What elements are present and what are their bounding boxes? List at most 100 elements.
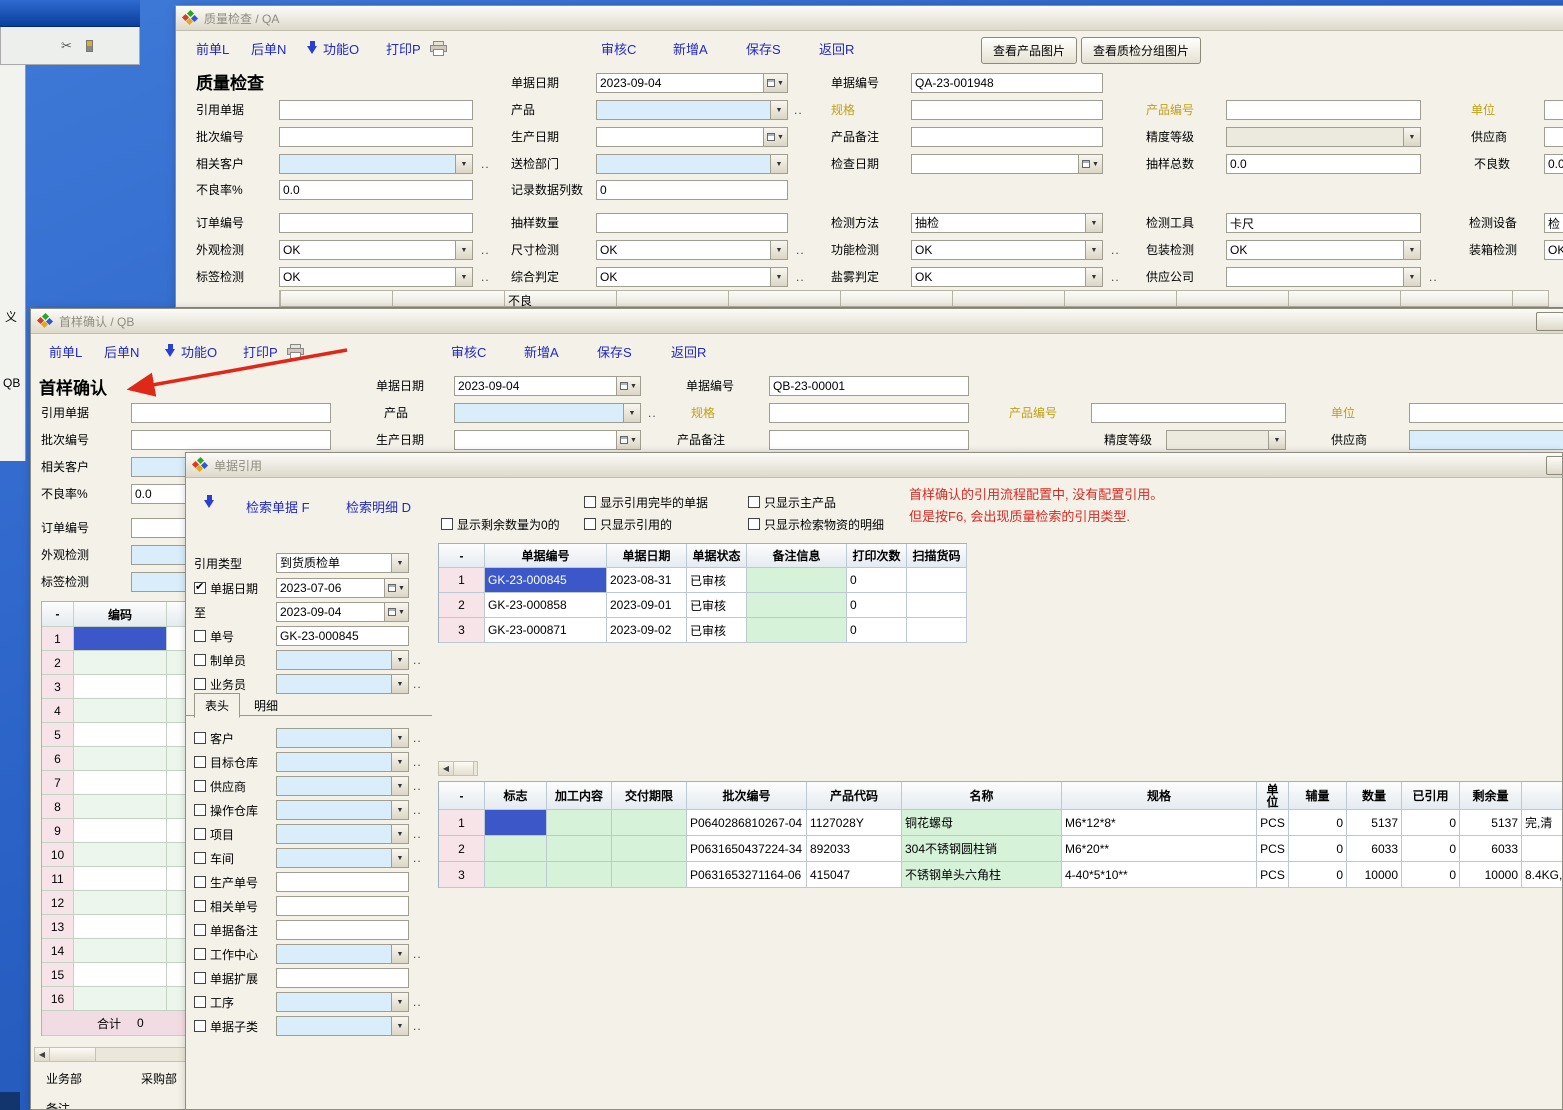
scissors-icon[interactable]: ✂: [61, 38, 72, 54]
browse-dots[interactable]: ..: [413, 851, 422, 865]
qb-supplier-input[interactable]: [1409, 430, 1563, 450]
browse-dots[interactable]: ..: [413, 755, 422, 769]
qb-doc-date-input[interactable]: 2023-09-04▼: [454, 376, 641, 396]
qb-grid-row[interactable]: 16: [42, 987, 192, 1011]
browse-dots[interactable]: ..: [413, 803, 422, 817]
only-main-checkbox[interactable]: [748, 496, 760, 508]
qb-prod-note-input[interactable]: [769, 430, 969, 450]
qb-grid-row[interactable]: 15: [42, 963, 192, 987]
chevron-down-icon[interactable]: ▼: [391, 777, 408, 795]
browse-dots[interactable]: ..: [413, 1019, 422, 1033]
qa-pack-select[interactable]: OK▼: [1226, 240, 1421, 260]
qa-prev-link[interactable]: 前单L: [196, 39, 229, 58]
chevron-down-icon[interactable]: ▼: [455, 155, 472, 173]
qb-audit-link[interactable]: 审核C: [451, 342, 486, 361]
qb-grid-row[interactable]: 14: [42, 939, 192, 963]
chevron-down-icon[interactable]: ▼: [1085, 241, 1102, 259]
qa-func-link[interactable]: 功能O: [323, 39, 359, 58]
qb-product-select[interactable]: ▼: [454, 403, 641, 423]
qb-next-link[interactable]: 后单N: [104, 342, 139, 361]
prod-order-input[interactable]: [276, 872, 409, 892]
window-button-fragment[interactable]: [1536, 312, 1563, 331]
chevron-down-icon[interactable]: ▼: [1085, 214, 1102, 232]
qb-product-no-input[interactable]: [1091, 403, 1286, 423]
salesman-checkbox[interactable]: [194, 678, 206, 690]
browse-dots[interactable]: ..: [413, 653, 422, 667]
qb-ref-doc-input[interactable]: [131, 403, 331, 423]
background-window-titlebar[interactable]: [0, 0, 140, 27]
qb-grid-row[interactable]: 8: [42, 795, 192, 819]
qa-add-link[interactable]: 新增A: [673, 39, 708, 58]
doc-ext-checkbox[interactable]: [194, 972, 206, 984]
doc-note-checkbox[interactable]: [194, 924, 206, 936]
ref-search-docs-link[interactable]: 检索单据 F: [246, 497, 310, 516]
qb-print-link[interactable]: 打印P: [243, 342, 278, 361]
browse-dots[interactable]: ..: [796, 270, 805, 284]
calendar-icon[interactable]: ▼: [616, 431, 640, 449]
date-to-input[interactable]: 2023-09-04▼: [276, 602, 409, 622]
qa-sample-qty-input[interactable]: [596, 213, 788, 233]
qa-check-date-input[interactable]: ▼: [911, 154, 1103, 174]
browse-dots[interactable]: ..: [648, 406, 657, 420]
qa-sample-total-input[interactable]: [1226, 154, 1421, 174]
maker-checkbox[interactable]: [194, 654, 206, 666]
calendar-icon[interactable]: ▼: [763, 74, 787, 92]
qb-unit-input[interactable]: [1409, 403, 1563, 423]
qa-visual-select[interactable]: OK▼: [279, 240, 473, 260]
chevron-down-icon[interactable]: ▼: [770, 155, 787, 173]
browse-dots[interactable]: ..: [413, 779, 422, 793]
printer-icon[interactable]: [287, 344, 304, 362]
chevron-down-icon[interactable]: ▼: [455, 268, 472, 286]
qb-back-link[interactable]: 返回R: [671, 342, 706, 361]
qa-view-product-images-button[interactable]: 查看产品图片: [981, 37, 1077, 64]
qa-box-select[interactable]: OK▼: [1544, 240, 1563, 260]
scrollbar-thumb[interactable]: [454, 762, 474, 775]
qb-grid-row[interactable]: 7: [42, 771, 192, 795]
qb-func-link[interactable]: 功能O: [181, 342, 217, 361]
qa-supplier-input[interactable]: [1544, 127, 1563, 147]
qa-record-cols-input[interactable]: [596, 180, 788, 200]
show-zero-checkbox[interactable]: [441, 518, 453, 530]
browse-dots[interactable]: ..: [413, 677, 422, 691]
doc-table-row[interactable]: 3 GK-23-000871 2023-09-02 已审核 0: [439, 618, 967, 643]
browse-dots[interactable]: ..: [413, 947, 422, 961]
browse-dots[interactable]: ..: [413, 995, 422, 1009]
chevron-down-icon[interactable]: ▼: [623, 404, 640, 422]
customer-filter-select[interactable]: ▼: [276, 728, 409, 748]
chevron-down-icon[interactable]: ▼: [391, 993, 408, 1011]
doc-no-checkbox[interactable]: [194, 630, 206, 642]
qb-batch-no-input[interactable]: [131, 430, 331, 450]
browse-dots[interactable]: ..: [796, 243, 805, 257]
qa-batch-no-input[interactable]: [279, 127, 473, 147]
qb-grid-row[interactable]: 6: [42, 747, 192, 771]
browse-dots[interactable]: ..: [794, 103, 803, 117]
target-warehouse-select[interactable]: ▼: [276, 752, 409, 772]
qa-defect-qty-input[interactable]: [1544, 154, 1563, 174]
ref-titlebar[interactable]: 单据引用: [186, 453, 1562, 478]
qb-horizontal-scrollbar[interactable]: ◀: [34, 1047, 186, 1062]
project-select[interactable]: ▼: [276, 824, 409, 844]
qa-tool-input[interactable]: [1226, 213, 1421, 233]
chevron-down-icon[interactable]: ▼: [1403, 268, 1420, 286]
browse-dots[interactable]: ..: [481, 243, 490, 257]
browse-dots[interactable]: ..: [481, 157, 490, 171]
qb-prev-link[interactable]: 前单L: [49, 342, 82, 361]
chevron-down-icon[interactable]: ▼: [391, 849, 408, 867]
qa-audit-link[interactable]: 审核C: [601, 39, 636, 58]
show-done-checkbox[interactable]: [584, 496, 596, 508]
ref-type-select[interactable]: 到货质检单▼: [276, 553, 409, 573]
tab-header[interactable]: 表头: [194, 693, 240, 718]
chevron-down-icon[interactable]: ▼: [1403, 128, 1420, 146]
related-no-checkbox[interactable]: [194, 900, 206, 912]
prod-order-checkbox[interactable]: [194, 876, 206, 888]
op-warehouse-select[interactable]: ▼: [276, 800, 409, 820]
qa-customer-select[interactable]: ▼: [279, 154, 473, 174]
target-warehouse-checkbox[interactable]: [194, 756, 206, 768]
scrollbar-thumb[interactable]: [50, 1048, 96, 1061]
doc-table-row[interactable]: 1 GK-23-000845 2023-08-31 已审核 0: [439, 568, 967, 593]
browse-dots[interactable]: ..: [1429, 270, 1438, 284]
down-arrow-icon[interactable]: [204, 495, 215, 509]
browse-dots[interactable]: ..: [413, 827, 422, 841]
related-no-input[interactable]: [276, 896, 409, 916]
chevron-down-icon[interactable]: ▼: [391, 651, 408, 669]
